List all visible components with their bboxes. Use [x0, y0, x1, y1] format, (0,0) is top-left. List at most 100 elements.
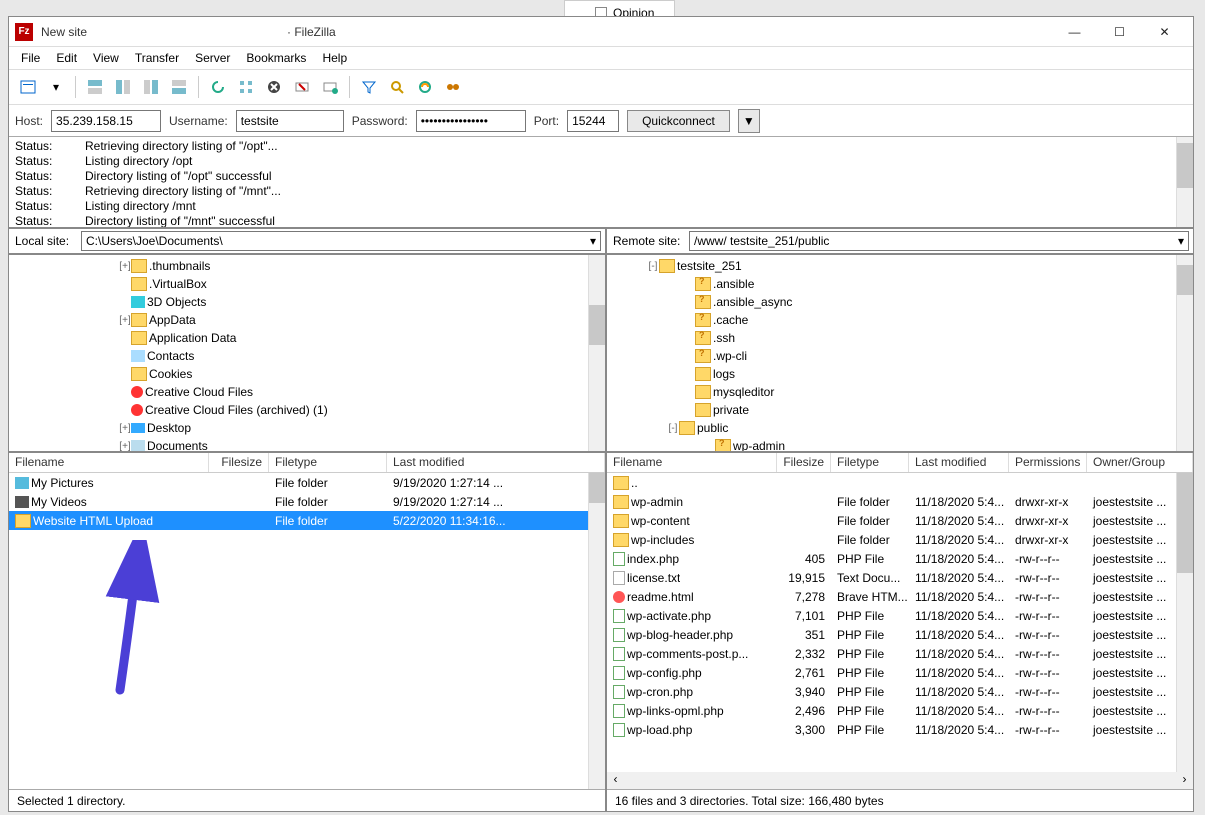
remote-hscrollbar[interactable]: ‹›	[607, 772, 1193, 789]
menu-edit[interactable]: Edit	[50, 49, 83, 67]
rcol-modified[interactable]: Last modified	[909, 453, 1009, 472]
file-row[interactable]: Website HTML UploadFile folder5/22/2020 …	[9, 511, 605, 530]
local-tree[interactable]: [+].thumbnails.VirtualBox3D Objects[+]Ap…	[9, 255, 605, 453]
file-row[interactable]: ..	[607, 473, 1193, 492]
file-row[interactable]: wp-config.php2,761PHP File11/18/2020 5:4…	[607, 663, 1193, 682]
file-row[interactable]: wp-blog-header.php351PHP File11/18/2020 …	[607, 625, 1193, 644]
file-row[interactable]: wp-comments-post.p...2,332PHP File11/18/…	[607, 644, 1193, 663]
menu-file[interactable]: File	[15, 49, 46, 67]
rcol-perms[interactable]: Permissions	[1009, 453, 1087, 472]
remote-list-scrollbar[interactable]	[1176, 473, 1193, 772]
password-label: Password:	[352, 114, 408, 128]
tree-node[interactable]: Contacts	[9, 347, 605, 365]
tree-node[interactable]: Cookies	[9, 365, 605, 383]
tree-node[interactable]: .ansible_async	[607, 293, 1193, 311]
parent-dir-icon	[613, 476, 629, 490]
rcol-filename[interactable]: Filename	[607, 453, 777, 472]
file-row[interactable]: wp-activate.php7,101PHP File11/18/2020 5…	[607, 606, 1193, 625]
file-row[interactable]: My VideosFile folder9/19/2020 1:27:14 ..…	[9, 492, 605, 511]
port-input[interactable]	[567, 110, 619, 132]
folder-unknown-icon	[695, 295, 711, 309]
col-filename[interactable]: Filename	[9, 453, 209, 472]
log-scrollbar[interactable]	[1176, 137, 1193, 227]
toggle-log-button[interactable]	[82, 74, 108, 100]
tree-node[interactable]: .cache	[607, 311, 1193, 329]
remote-list-header: Filename Filesize Filetype Last modified…	[607, 453, 1193, 473]
col-filesize[interactable]: Filesize	[209, 453, 269, 472]
process-queue-button[interactable]	[233, 74, 259, 100]
file-row[interactable]: wp-load.php3,300PHP File11/18/2020 5:4..…	[607, 720, 1193, 739]
folder-icon	[695, 403, 711, 417]
tree-node[interactable]: [+]AppData	[9, 311, 605, 329]
rcol-filetype[interactable]: Filetype	[831, 453, 909, 472]
tree-node[interactable]: Creative Cloud Files	[9, 383, 605, 401]
col-modified[interactable]: Last modified	[387, 453, 605, 472]
quickconnect-button[interactable]: Quickconnect	[627, 110, 730, 132]
search-button[interactable]	[384, 74, 410, 100]
tree-node[interactable]: [-]testsite_251	[607, 257, 1193, 275]
menu-transfer[interactable]: Transfer	[129, 49, 185, 67]
site-manager-dropdown[interactable]: ▾	[43, 74, 69, 100]
message-log[interactable]: Status:Retrieving directory listing of "…	[9, 137, 1193, 229]
file-row[interactable]: license.txt19,915Text Docu...11/18/2020 …	[607, 568, 1193, 587]
rcol-owner[interactable]: Owner/Group	[1087, 453, 1193, 472]
site-manager-button[interactable]	[15, 74, 41, 100]
rcol-filesize[interactable]: Filesize	[777, 453, 831, 472]
compare-button[interactable]	[412, 74, 438, 100]
username-input[interactable]	[236, 110, 344, 132]
file-row[interactable]: wp-links-opml.php2,496PHP File11/18/2020…	[607, 701, 1193, 720]
file-row[interactable]: readme.html7,278Brave HTM...11/18/2020 5…	[607, 587, 1193, 606]
local-tree-scrollbar[interactable]	[588, 255, 605, 451]
maximize-button[interactable]: ☐	[1097, 18, 1142, 46]
tree-node[interactable]: [+]Desktop	[9, 419, 605, 437]
cancel-button[interactable]	[261, 74, 287, 100]
tree-node[interactable]: [-]public	[607, 419, 1193, 437]
remote-tree[interactable]: [-]testsite_251.ansible.ansible_async.ca…	[607, 255, 1193, 453]
password-input[interactable]	[416, 110, 526, 132]
close-button[interactable]: ✕	[1142, 18, 1187, 46]
col-filetype[interactable]: Filetype	[269, 453, 387, 472]
quickconnect-history-button[interactable]: ▼	[738, 109, 760, 133]
local-file-list[interactable]: My PicturesFile folder9/19/2020 1:27:14 …	[9, 473, 605, 789]
tree-node[interactable]: Creative Cloud Files (archived) (1)	[9, 401, 605, 419]
tree-node[interactable]: [+]Documents	[9, 437, 605, 453]
file-row[interactable]: wp-includesFile folder11/18/2020 5:4...d…	[607, 530, 1193, 549]
local-list-scrollbar[interactable]	[588, 473, 605, 789]
tree-node[interactable]: Application Data	[9, 329, 605, 347]
menu-bookmarks[interactable]: Bookmarks	[240, 49, 312, 67]
remote-file-list[interactable]: ..wp-adminFile folder11/18/2020 5:4...dr…	[607, 473, 1193, 772]
tree-node[interactable]: mysqleditor	[607, 383, 1193, 401]
menu-help[interactable]: Help	[316, 49, 353, 67]
filter-button[interactable]	[356, 74, 382, 100]
toggle-remote-tree-button[interactable]	[138, 74, 164, 100]
disconnect-button[interactable]	[289, 74, 315, 100]
host-input[interactable]	[51, 110, 161, 132]
tree-node[interactable]: 3D Objects	[9, 293, 605, 311]
remote-tree-scrollbar[interactable]	[1176, 255, 1193, 451]
tree-node[interactable]: .VirtualBox	[9, 275, 605, 293]
folder-icon	[613, 533, 629, 547]
file-row[interactable]: wp-contentFile folder11/18/2020 5:4...dr…	[607, 511, 1193, 530]
reconnect-button[interactable]	[317, 74, 343, 100]
file-row[interactable]: index.php405PHP File11/18/2020 5:4...-rw…	[607, 549, 1193, 568]
file-row[interactable]: wp-cron.php3,940PHP File11/18/2020 5:4..…	[607, 682, 1193, 701]
toggle-queue-button[interactable]	[166, 74, 192, 100]
remote-site-input[interactable]: /www/ testsite_251/public▾	[689, 231, 1189, 251]
tree-node[interactable]: .ssh	[607, 329, 1193, 347]
tree-node[interactable]: private	[607, 401, 1193, 419]
sync-browse-button[interactable]	[440, 74, 466, 100]
folder-icon	[659, 259, 675, 273]
menu-view[interactable]: View	[87, 49, 125, 67]
tree-node[interactable]: wp-admin	[607, 437, 1193, 453]
toggle-tree-button[interactable]	[110, 74, 136, 100]
refresh-button[interactable]	[205, 74, 231, 100]
tree-node[interactable]: logs	[607, 365, 1193, 383]
tree-node[interactable]: .wp-cli	[607, 347, 1193, 365]
file-row[interactable]: My PicturesFile folder9/19/2020 1:27:14 …	[9, 473, 605, 492]
file-row[interactable]: wp-adminFile folder11/18/2020 5:4...drwx…	[607, 492, 1193, 511]
minimize-button[interactable]: —	[1052, 18, 1097, 46]
tree-node[interactable]: .ansible	[607, 275, 1193, 293]
menu-server[interactable]: Server	[189, 49, 236, 67]
tree-node[interactable]: [+].thumbnails	[9, 257, 605, 275]
local-site-input[interactable]: C:\Users\Joe\Documents\▾	[81, 231, 601, 251]
